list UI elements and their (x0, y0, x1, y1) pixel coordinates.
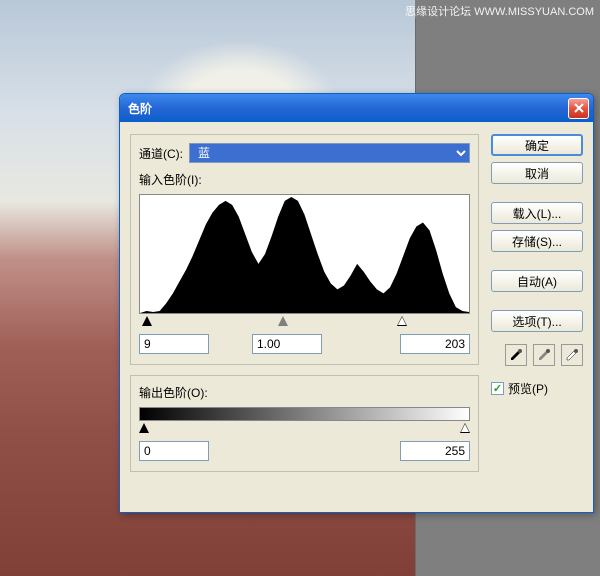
output-levels-label: 输出色阶(O): (139, 384, 470, 401)
output-white-field[interactable] (400, 441, 470, 461)
midtone-slider[interactable] (278, 316, 288, 326)
histogram-chart (139, 194, 470, 314)
input-slider-track[interactable] (139, 316, 470, 328)
levels-dialog: 色阶 通道(C): 蓝 输入色阶(I): (119, 93, 594, 513)
eyedropper-group (491, 344, 583, 366)
channel-select[interactable]: 蓝 (189, 143, 470, 163)
output-white-slider[interactable] (460, 423, 470, 433)
shadow-slider[interactable] (142, 316, 152, 326)
ok-button[interactable]: 确定 (491, 134, 583, 156)
output-levels-fieldset: 输出色阶(O): (130, 375, 479, 472)
input-white-field[interactable] (400, 334, 470, 354)
preview-label: 预览(P) (508, 380, 548, 397)
close-button[interactable] (568, 98, 589, 119)
dialog-titlebar[interactable]: 色阶 (120, 94, 593, 122)
auto-button[interactable]: 自动(A) (491, 270, 583, 292)
output-slider-track[interactable] (139, 423, 470, 435)
dialog-right-panel: 确定 取消 载入(L)... 存储(S)... 自动(A) 选项(T)... ✓… (491, 134, 583, 482)
output-gradient (139, 407, 470, 421)
options-button[interactable]: 选项(T)... (491, 310, 583, 332)
save-button[interactable]: 存储(S)... (491, 230, 583, 252)
input-black-field[interactable] (139, 334, 209, 354)
input-gamma-field[interactable] (252, 334, 322, 354)
eyedropper-white-icon[interactable] (561, 344, 583, 366)
input-levels-fieldset: 通道(C): 蓝 输入色阶(I): (130, 134, 479, 365)
dialog-left-panel: 通道(C): 蓝 输入色阶(I): (130, 134, 479, 482)
cancel-button[interactable]: 取消 (491, 162, 583, 184)
eyedropper-gray-icon[interactable] (533, 344, 555, 366)
eyedropper-black-icon[interactable] (505, 344, 527, 366)
output-black-field[interactable] (139, 441, 209, 461)
load-button[interactable]: 载入(L)... (491, 202, 583, 224)
watermark-text: 思缘设计论坛 WWW.MISSYUAN.COM (405, 3, 594, 19)
preview-checkbox[interactable]: ✓ (491, 382, 504, 395)
input-levels-label: 输入色阶(I): (139, 171, 470, 188)
dialog-title: 色阶 (128, 100, 568, 117)
channel-label: 通道(C): (139, 145, 183, 162)
highlight-slider[interactable] (397, 316, 407, 326)
output-black-slider[interactable] (139, 423, 149, 433)
